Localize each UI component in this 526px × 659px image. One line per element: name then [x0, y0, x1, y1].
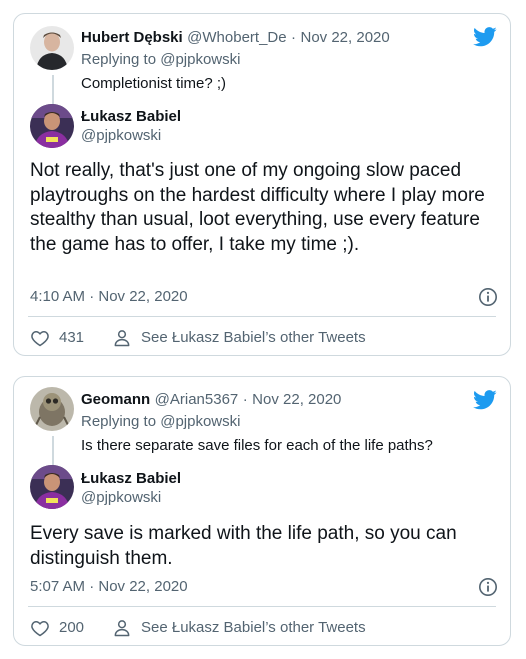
- reply-text: Completionist time? ;): [81, 75, 227, 92]
- twitter-bird-icon[interactable]: [473, 27, 497, 47]
- footer-divider: [28, 316, 496, 317]
- see-other-tweets-link[interactable]: See Łukasz Babiel’s other Tweets: [141, 618, 366, 638]
- see-other-tweets-link[interactable]: See Łukasz Babiel’s other Tweets: [141, 328, 366, 348]
- replying-to-label: Replying to: [81, 51, 157, 68]
- footer-divider: [28, 606, 496, 607]
- reply-author-handle[interactable]: @Arian5367: [155, 391, 239, 408]
- reply-author-name[interactable]: Hubert Dębski: [81, 29, 183, 46]
- person-icon[interactable]: [112, 328, 132, 348]
- like-count[interactable]: 200: [59, 618, 84, 638]
- main-author-name[interactable]: Łukasz Babiel: [81, 469, 181, 489]
- main-author-name[interactable]: Łukasz Babiel: [81, 107, 181, 127]
- reply-author-handle[interactable]: @Whobert_De: [187, 29, 286, 46]
- date-separator: ·: [242, 391, 248, 408]
- reply-author-avatar[interactable]: [30, 26, 74, 70]
- info-icon[interactable]: [478, 577, 498, 597]
- main-tweet-text: Every save is marked with the life path,…: [30, 523, 457, 569]
- main-author-handle[interactable]: @pjpkowski: [81, 488, 161, 508]
- main-tweet-text: Not really, that's just one of my ongoin…: [30, 160, 485, 255]
- replying-to-line: Replying to @pjpkowski: [81, 50, 240, 70]
- main-author-handle[interactable]: @pjpkowski: [81, 126, 161, 146]
- reply-author-avatar[interactable]: [30, 387, 74, 431]
- like-count[interactable]: 431: [59, 328, 84, 348]
- main-author-avatar[interactable]: [30, 465, 74, 509]
- heart-icon[interactable]: [30, 618, 50, 638]
- tweet-timestamp[interactable]: 5:07 AM · Nov 22, 2020: [30, 577, 188, 597]
- replying-to-mention[interactable]: @pjpkowski: [160, 51, 240, 68]
- thread-connector-line: [52, 436, 54, 466]
- embedded-tweet-card-2: Geomann @Arian5367 · Nov 22, 2020 Replyi…: [13, 376, 511, 646]
- reply-text: Is there separate save files for each of…: [81, 437, 433, 454]
- info-icon[interactable]: [478, 287, 498, 307]
- reply-header: Hubert Dębski @Whobert_De · Nov 22, 2020: [81, 28, 390, 48]
- heart-icon[interactable]: [30, 328, 50, 348]
- replying-to-mention[interactable]: @pjpkowski: [160, 413, 240, 430]
- date-separator: ·: [291, 29, 297, 46]
- tweet-timestamp[interactable]: 4:10 AM · Nov 22, 2020: [30, 287, 188, 307]
- reply-date[interactable]: Nov 22, 2020: [252, 391, 341, 408]
- twitter-bird-icon[interactable]: [473, 390, 497, 410]
- replying-to-label: Replying to: [81, 413, 157, 430]
- reply-date[interactable]: Nov 22, 2020: [301, 29, 390, 46]
- reply-author-name[interactable]: Geomann: [81, 391, 150, 408]
- replying-to-line: Replying to @pjpkowski: [81, 412, 240, 432]
- embedded-tweet-card-1: Hubert Dębski @Whobert_De · Nov 22, 2020…: [13, 13, 511, 356]
- reply-header: Geomann @Arian5367 · Nov 22, 2020: [81, 390, 341, 410]
- person-icon[interactable]: [112, 618, 132, 638]
- main-author-avatar[interactable]: [30, 104, 74, 148]
